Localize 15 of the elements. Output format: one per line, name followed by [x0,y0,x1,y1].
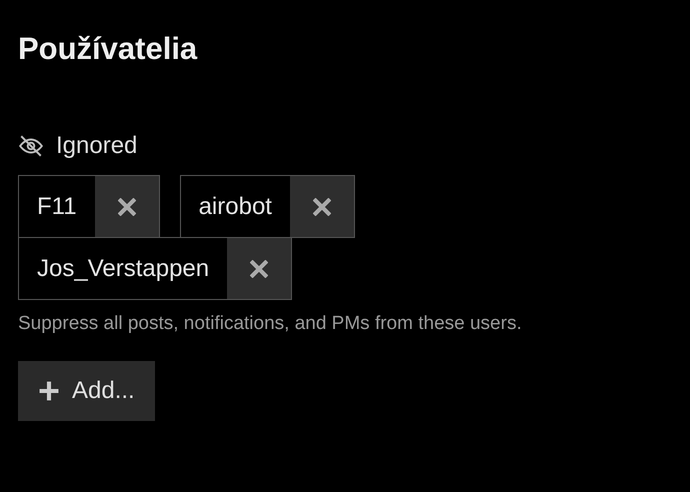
plus-icon [38,380,60,402]
user-name: F11 [36,192,78,222]
help-text: Suppress all posts, notifications, and PMs from these users. [18,313,523,335]
user-name: Jos_Verstappen [36,254,210,284]
page-title: Používatelia [18,30,198,68]
close-icon [250,260,268,278]
close-icon [118,198,136,216]
remove-button[interactable] [290,176,354,237]
hidden-eye-icon [18,133,44,159]
remove-button[interactable] [227,238,292,299]
add-button[interactable]: Add... [18,361,155,421]
close-icon [312,198,331,216]
section-label: Ignored [56,132,138,160]
user-name: airobot [198,192,273,222]
remove-button[interactable] [94,176,159,237]
